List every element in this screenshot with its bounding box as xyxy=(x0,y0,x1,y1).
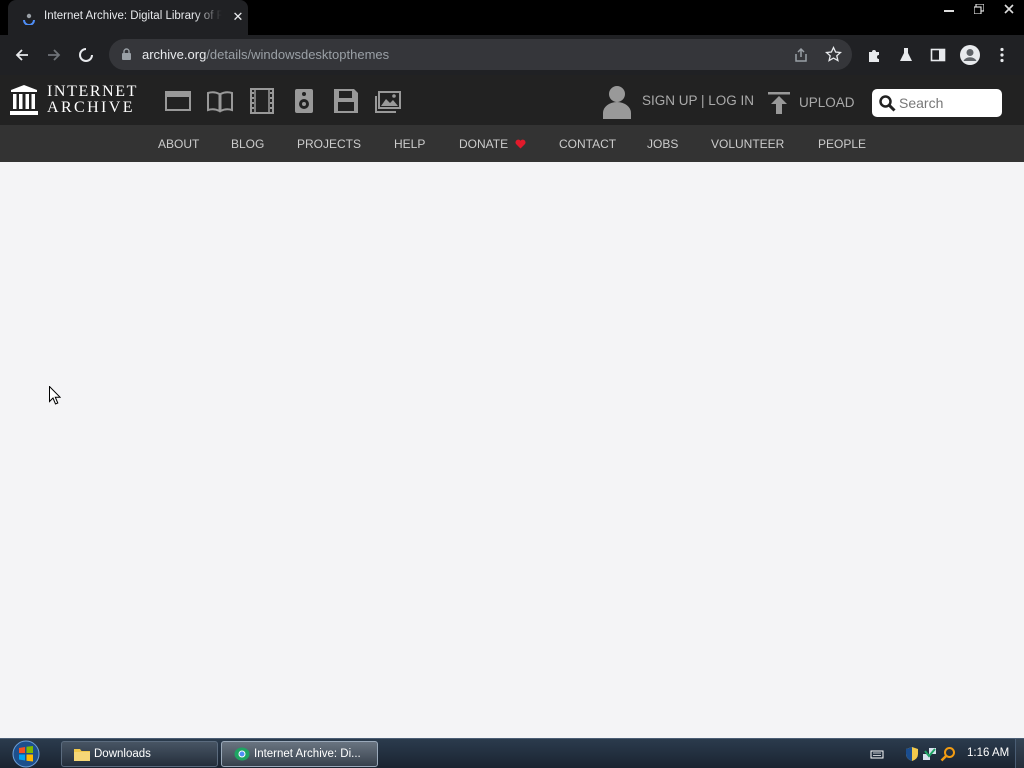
taskbar-browser-button[interactable]: Internet Archive: Di... xyxy=(221,741,378,767)
texts-icon[interactable] xyxy=(207,88,233,114)
web-icon[interactable] xyxy=(165,88,191,114)
tab-close-icon[interactable]: ✕ xyxy=(230,9,246,25)
restore-icon xyxy=(974,4,984,14)
close-icon xyxy=(1004,4,1014,14)
loading-favicon-icon xyxy=(23,13,35,25)
bookmark-star-icon[interactable] xyxy=(825,46,842,63)
site-search-box[interactable] xyxy=(872,89,1002,117)
software-icon[interactable] xyxy=(333,88,359,114)
nav-people[interactable]: PEOPLE xyxy=(818,137,866,151)
start-button[interactable] xyxy=(8,740,44,768)
browser-toolbar: archive.org/details/windowsdesktopthemes xyxy=(0,35,1024,75)
logo-line-1: INTERNET xyxy=(47,83,139,100)
tab-title: Internet Archive: Digital Library of Fre… xyxy=(44,10,222,22)
nav-donate[interactable]: DONATE xyxy=(459,137,526,151)
logo-line-2: ARCHIVE xyxy=(47,99,135,116)
nav-donate-label: DONATE xyxy=(459,137,509,151)
taskbar-browser-label: Internet Archive: Di... xyxy=(254,748,361,760)
browser-tab[interactable]: Internet Archive: Digital Library of Fre… xyxy=(8,0,248,35)
back-arrow-icon xyxy=(15,49,28,61)
security-shield-icon[interactable] xyxy=(904,746,920,762)
loading-spinner-icon xyxy=(79,48,93,62)
profile-button[interactable] xyxy=(958,43,982,67)
puzzle-icon xyxy=(869,50,879,62)
nav-about[interactable]: ABOUT xyxy=(158,137,199,151)
side-panel-icon xyxy=(930,48,946,62)
page-content xyxy=(0,162,1024,738)
url-path: /details/windowsdesktopthemes xyxy=(206,47,390,62)
share-icon[interactable] xyxy=(793,47,809,63)
images-icon[interactable] xyxy=(375,88,401,114)
window-controls xyxy=(934,0,1024,18)
upload-link[interactable]: UPLOAD xyxy=(799,95,855,110)
minimize-button[interactable] xyxy=(934,0,964,18)
site-header: INTERNET ARCHIVE SIGN UP | LOG IN UPLOAD xyxy=(0,75,1024,125)
address-bar[interactable]: archive.org/details/windowsdesktopthemes xyxy=(109,39,852,70)
nav-contact[interactable]: CONTACT xyxy=(559,137,616,151)
network-icon[interactable] xyxy=(922,746,938,762)
forward-button[interactable] xyxy=(42,43,66,67)
taskbar-clock[interactable]: 1:16 AM xyxy=(967,747,1009,759)
nav-volunteer[interactable]: VOLUNTEER xyxy=(711,137,784,151)
windows-taskbar: Downloads Internet Archive: Di... 1:16 A… xyxy=(0,738,1024,768)
taskbar-downloads-button[interactable]: Downloads xyxy=(61,741,218,767)
back-button[interactable] xyxy=(10,43,34,67)
stop-loading-button[interactable] xyxy=(74,43,98,67)
mouse-cursor-icon xyxy=(49,386,61,405)
forward-arrow-icon xyxy=(48,49,61,61)
browser-app-icon xyxy=(234,747,250,761)
audio-icon[interactable] xyxy=(291,88,317,114)
close-window-button[interactable] xyxy=(994,0,1024,18)
site-logo-text[interactable]: INTERNET ARCHIVE xyxy=(47,84,138,116)
taskbar-downloads-label: Downloads xyxy=(94,748,151,760)
lock-icon xyxy=(122,48,131,60)
upload-icon[interactable] xyxy=(768,92,790,114)
signup-login-link[interactable]: SIGN UP | LOG IN xyxy=(642,93,754,108)
minimize-icon xyxy=(944,10,954,12)
archive-building-icon[interactable] xyxy=(10,85,38,115)
nav-jobs[interactable]: JOBS xyxy=(647,137,678,151)
top-nav: ABOUT BLOG PROJECTS HELP DONATE CONTACT … xyxy=(0,125,1024,162)
labs-button[interactable] xyxy=(894,43,918,67)
heart-icon xyxy=(515,139,526,149)
nav-blog[interactable]: BLOG xyxy=(231,137,264,151)
video-icon[interactable] xyxy=(249,88,275,114)
extensions-button[interactable] xyxy=(862,43,886,67)
keyboard-icon[interactable] xyxy=(869,746,885,762)
browser-menu-button[interactable] xyxy=(990,43,1014,67)
profile-avatar-icon xyxy=(960,45,980,65)
flask-icon xyxy=(900,48,912,61)
browser-tab-strip: Internet Archive: Digital Library of Fre… xyxy=(0,0,1024,35)
more-vert-icon xyxy=(1000,47,1004,63)
show-desktop-button[interactable] xyxy=(1015,739,1024,768)
magnifier-icon[interactable] xyxy=(940,746,956,762)
url-text: archive.org/details/windowsdesktopthemes xyxy=(142,47,389,62)
user-avatar-icon[interactable] xyxy=(602,85,632,119)
restore-button[interactable] xyxy=(964,0,994,18)
side-panel-button[interactable] xyxy=(926,43,950,67)
nav-projects[interactable]: PROJECTS xyxy=(297,137,361,151)
nav-help[interactable]: HELP xyxy=(394,137,425,151)
search-input[interactable] xyxy=(899,94,997,112)
search-icon[interactable] xyxy=(879,95,896,112)
url-host: archive.org xyxy=(142,47,207,62)
folder-icon xyxy=(74,749,90,761)
